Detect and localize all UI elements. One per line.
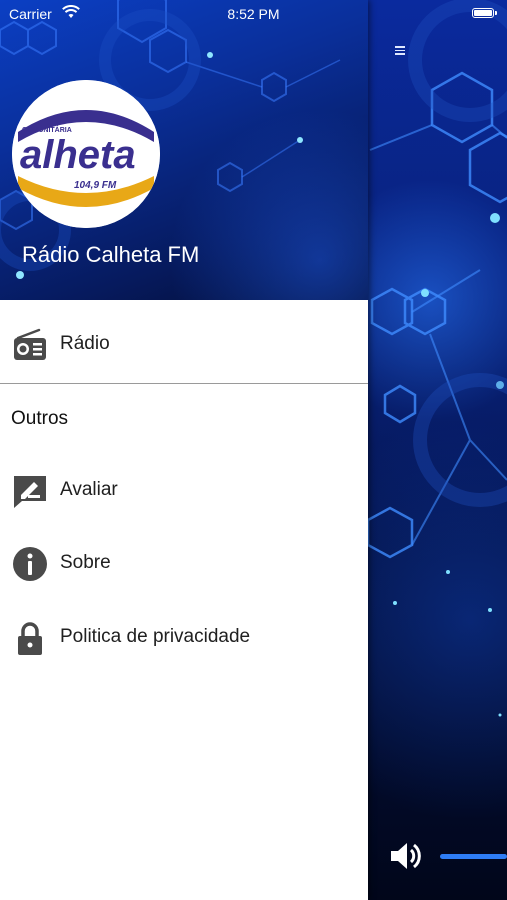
clock: 8:52 PM [227, 6, 280, 22]
lock-icon [12, 620, 48, 656]
battery-icon [472, 8, 497, 18]
logo-brand: alheta [20, 133, 136, 177]
divider [0, 383, 368, 384]
section-title: Outros [11, 408, 69, 429]
menu-item-radio[interactable]: Rádio [0, 313, 368, 377]
menu-item-sobre[interactable]: Sobre [0, 532, 368, 596]
menu-item-privacy-policy[interactable]: Politica de privacidade [0, 606, 368, 670]
status-bar: Carrier 8:52 PM [0, 0, 507, 28]
station-name: Rádio Calheta FM [22, 242, 200, 267]
menu-item-label: Avaliar [60, 479, 118, 500]
rate-icon [12, 473, 48, 509]
logo-frequency: 104,9 FM [74, 180, 117, 191]
navigation-drawer: COMUNITÁRIA alheta 104,9 FM Rádio Calhet… [0, 0, 368, 900]
radio-icon [12, 327, 48, 363]
info-icon [12, 546, 48, 582]
volume-slider[interactable] [440, 854, 507, 859]
drawer-header: COMUNITÁRIA alheta 104,9 FM Rádio Calhet… [0, 0, 368, 300]
menu-icon[interactable] [392, 44, 408, 60]
volume-icon[interactable] [388, 838, 424, 879]
station-logo: COMUNITÁRIA alheta 104,9 FM [12, 80, 160, 228]
menu-item-label: Politica de privacidade [60, 626, 251, 647]
menu-item-label: Sobre [60, 552, 111, 573]
menu-item-avaliar[interactable]: Avaliar [0, 459, 368, 523]
menu-item-label: Rádio [60, 333, 110, 354]
